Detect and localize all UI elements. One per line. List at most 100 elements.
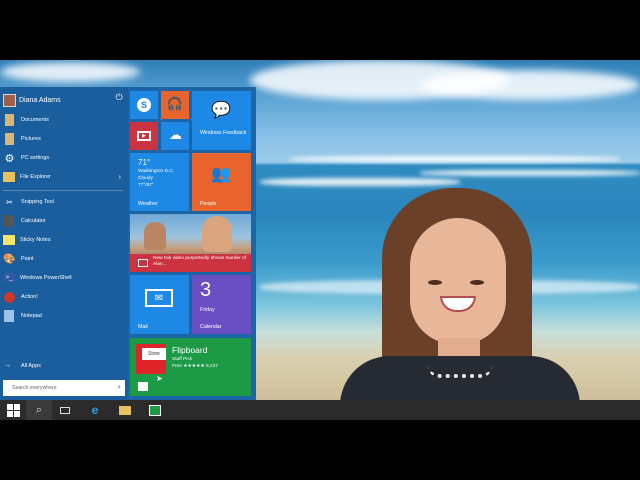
cloud-icon: ☁	[169, 127, 182, 142]
menu-item-documents[interactable]: Documents	[3, 111, 125, 129]
all-apps-label: All Apps	[21, 362, 41, 369]
start-button[interactable]	[0, 400, 26, 420]
scissors-icon: ✂	[6, 197, 13, 207]
menu-item-label: Sticky Notes	[20, 237, 51, 243]
tile-label: Calendar	[200, 324, 222, 330]
cloud	[0, 62, 140, 82]
power-icon[interactable]: ⏻	[114, 92, 124, 102]
tile-windows-feedback[interactable]: 💬 Windows Feedback	[192, 91, 251, 150]
tile-store[interactable]: Store Flipboard Staff Pick Free ★★★★★ 5,…	[130, 338, 251, 396]
people-icon: 👥	[211, 166, 231, 183]
cloud	[420, 70, 640, 100]
file-explorer-icon	[3, 172, 15, 182]
chevron-right-icon[interactable]: ›	[119, 174, 121, 181]
tile-calendar[interactable]: 3 Friday Calendar	[192, 275, 251, 334]
all-apps-link[interactable]: → All Apps	[4, 362, 41, 369]
letterbox-top	[0, 0, 640, 60]
wave	[260, 178, 460, 186]
menu-item-paint[interactable]: 🎨 Paint	[3, 250, 125, 268]
menu-item-label: Snipping Tool	[21, 199, 54, 205]
tile-music[interactable]: 🎧	[161, 91, 189, 119]
tile-onedrive[interactable]: ☁	[161, 122, 189, 150]
headphones-icon: 🎧	[166, 96, 184, 111]
news-headline: New Isis video purportedly shows murder …	[153, 256, 247, 267]
taskbar-internet-explorer[interactable]: e	[82, 400, 108, 420]
weather-location: Washington D.C.	[138, 169, 175, 174]
skype-icon: S	[137, 98, 151, 112]
video-icon: ▶	[137, 131, 151, 141]
store-badge: Store	[142, 348, 166, 360]
menu-item-label: Pictures	[21, 136, 41, 142]
search-placeholder: Search everywhere	[12, 385, 57, 391]
calendar-weekday: Friday	[200, 307, 215, 313]
mail-icon: ✉	[145, 289, 173, 307]
store-icon	[149, 404, 161, 416]
taskbar-store[interactable]	[142, 400, 168, 420]
menu-item-label: Documents	[21, 117, 49, 123]
start-menu: Diana Adams ⏻ Documents Pictures ⚙ PC se…	[0, 87, 256, 400]
internet-explorer-icon: e	[91, 403, 99, 417]
menu-item-sticky-notes[interactable]: Sticky Notes	[3, 231, 125, 249]
news-icon	[138, 259, 148, 267]
menu-item-powershell[interactable]: >_ Windows PowerShell	[3, 269, 125, 287]
tile-label: Weather	[138, 201, 158, 207]
menu-item-notepad[interactable]: Notepad	[3, 307, 125, 325]
user-name: Diana Adams	[19, 96, 61, 104]
menu-item-label: Notepad	[21, 313, 42, 319]
gear-icon: ⚙	[4, 152, 15, 165]
tile-label: People	[200, 201, 217, 207]
menu-item-file-explorer[interactable]: File Explorer ›	[3, 168, 125, 186]
tile-label: Windows Feedback	[200, 130, 247, 136]
action-icon	[4, 291, 15, 303]
tile-label: Mail	[138, 324, 148, 330]
arrow-right-icon: →	[4, 362, 11, 369]
store-subtitle: Staff Pick	[172, 357, 193, 362]
news-photo	[202, 216, 232, 252]
menu-item-label: PC settings	[21, 155, 50, 161]
search-icon: ⌕	[35, 403, 43, 416]
tile-news[interactable]: New Isis video purportedly shows murder …	[130, 214, 251, 272]
task-view-icon	[60, 406, 70, 414]
tile-skype[interactable]: S	[130, 91, 158, 119]
powershell-icon: >_	[3, 273, 15, 283]
store-rating: Free ★★★★★ 5,227	[172, 364, 219, 369]
menu-item-label: Calculator	[21, 218, 46, 224]
calculator-icon	[4, 215, 14, 227]
menu-item-snipping-tool[interactable]: ✂ Snipping Tool	[3, 193, 125, 211]
news-photo	[144, 222, 166, 250]
wave	[420, 170, 640, 176]
menu-item-action[interactable]: Action!	[3, 288, 125, 306]
weather-temp: 71°	[138, 158, 151, 167]
task-view-button[interactable]	[52, 400, 78, 420]
avatar	[3, 93, 16, 107]
weather-range: 77°/67°	[138, 183, 154, 188]
menu-item-label: Windows PowerShell	[20, 275, 72, 281]
store-badge-label: Store	[148, 351, 160, 357]
letterbox-bottom	[0, 420, 640, 480]
search-icon[interactable]: ⌕	[117, 384, 121, 392]
feedback-icon: 💬	[211, 102, 231, 119]
weather-condition: Cloudy	[138, 176, 153, 181]
wave	[290, 156, 620, 162]
search-input[interactable]: Search everywhere ⌕	[3, 380, 125, 396]
calendar-day: 3	[200, 279, 212, 301]
folder-pictures-icon	[5, 133, 14, 145]
menu-item-pc-settings[interactable]: ⚙ PC settings	[3, 149, 125, 167]
user-account[interactable]: Diana Adams	[3, 91, 61, 109]
taskbar-search-button[interactable]: ⌕	[26, 400, 52, 420]
store-bag-icon	[138, 382, 148, 391]
mouse-cursor-icon: ➤	[156, 374, 163, 383]
menu-item-label: Action!	[21, 294, 38, 300]
notepad-icon	[4, 310, 14, 322]
news-caption-bar: New Isis video purportedly shows murder …	[130, 254, 251, 272]
tile-people[interactable]: 👥 People	[192, 153, 251, 211]
folder-documents-icon	[5, 114, 14, 126]
taskbar-file-explorer[interactable]	[112, 400, 138, 420]
menu-item-label: Paint	[21, 256, 34, 262]
tile-mail[interactable]: ✉ Mail	[130, 275, 189, 334]
sticky-notes-icon	[3, 235, 15, 245]
menu-item-calculator[interactable]: Calculator	[3, 212, 125, 230]
tile-video[interactable]: ▶	[130, 122, 158, 150]
tile-weather[interactable]: 71° Washington D.C. Cloudy 77°/67° Weath…	[130, 153, 189, 211]
menu-item-pictures[interactable]: Pictures	[3, 130, 125, 148]
